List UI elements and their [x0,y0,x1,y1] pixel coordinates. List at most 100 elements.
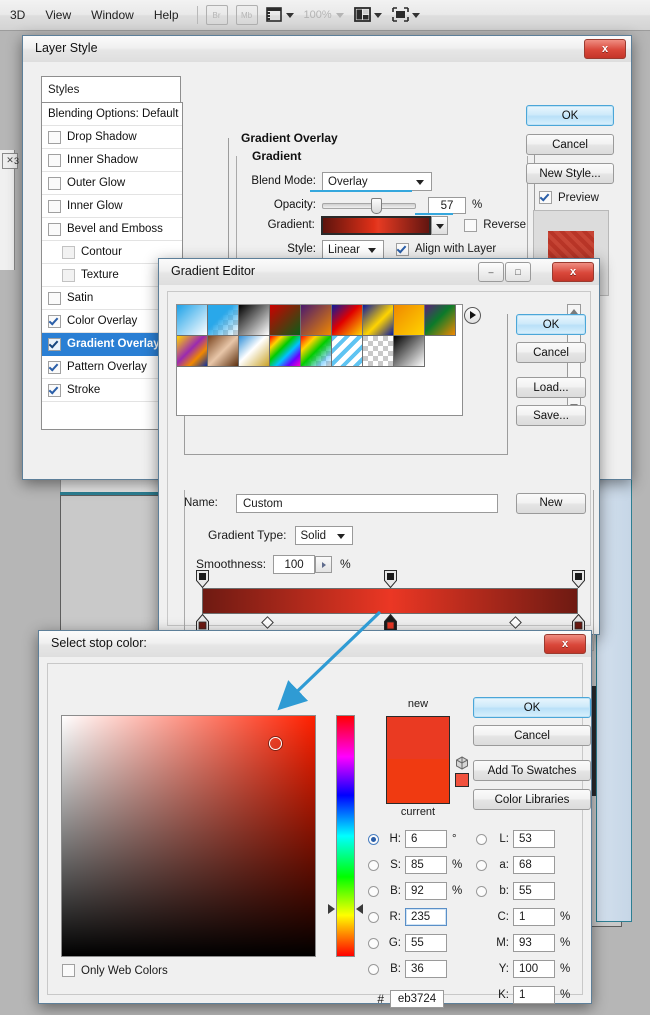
gradient-editor-close-button[interactable]: x [552,262,594,282]
gradient-preview-swatch[interactable] [321,216,432,235]
color-field-row[interactable]: S:85% [368,855,462,875]
preset-swatch[interactable] [208,336,239,367]
style-checkbox[interactable] [62,246,75,259]
color-field-input[interactable]: 1 [513,986,555,1004]
color-picker-close-button[interactable]: x [544,634,586,654]
style-row-inner-shadow[interactable]: Inner Shadow [42,149,182,172]
preset-menu-arrow-icon[interactable] [464,307,481,324]
color-mode-radio[interactable] [368,886,379,897]
gradient-editor-maximize-button[interactable]: □ [505,262,531,282]
screen-mode-icon[interactable] [392,7,410,23]
preset-swatch[interactable] [332,336,363,367]
opacity-stop-marker[interactable] [384,570,397,588]
gradient-dropdown-button[interactable] [431,216,448,235]
align-with-layer-checkbox[interactable] [396,243,409,256]
gamut-safe-swatch[interactable] [455,773,469,787]
new-style-button[interactable]: New Style... [526,163,614,184]
layer-style-cancel-button[interactable]: Cancel [526,134,614,155]
color-field-input[interactable]: 93 [513,934,555,952]
color-field-input[interactable]: 235 [405,908,447,926]
layer-style-ok-button[interactable]: OK [526,105,614,126]
view-extras-chevron-down-icon[interactable] [286,13,294,18]
color-field-input[interactable]: 92 [405,882,447,900]
layer-style-titlebar[interactable]: Layer Style x [23,36,631,63]
style-checkbox[interactable] [62,269,75,282]
color-picker-cancel-button[interactable]: Cancel [473,725,591,746]
bridge-button[interactable]: Br [206,5,228,25]
current-color-swatch[interactable] [387,759,449,803]
preview-checkbox[interactable] [539,191,552,204]
style-row-blending-options-default[interactable]: Blending Options: Default [42,103,182,126]
sb-field-cursor[interactable] [269,737,282,750]
preset-swatch[interactable] [301,336,332,367]
style-checkbox[interactable] [48,177,61,190]
color-field-row[interactable]: B:36 [368,959,447,979]
style-checkbox[interactable] [48,315,61,328]
style-checkbox[interactable] [48,154,61,167]
style-select[interactable]: Linear [322,240,384,259]
out-of-gamut-warning-icon[interactable] [455,756,469,770]
gradient-editor-minimize-button[interactable]: – [478,262,504,282]
style-checkbox[interactable] [48,384,61,397]
hex-row[interactable]: # eb3724 [370,989,444,1009]
menu-item-3d[interactable]: 3D [0,1,35,29]
gradient-bar[interactable] [202,588,578,614]
gradient-midpoint-marker[interactable] [261,616,274,629]
preset-swatch[interactable] [208,305,239,336]
preset-swatch[interactable] [270,305,301,336]
style-checkbox[interactable] [48,292,61,305]
saturation-brightness-field[interactable] [61,715,316,957]
style-checkbox[interactable] [48,223,61,236]
preset-swatch[interactable] [177,336,208,367]
color-field-input[interactable]: 55 [513,882,555,900]
preset-swatch[interactable] [332,305,363,336]
preset-swatch[interactable] [270,336,301,367]
color-picker-ok-button[interactable]: OK [473,697,591,718]
style-checkbox[interactable] [48,338,61,351]
color-mode-radio[interactable] [368,964,379,975]
preset-swatch[interactable] [177,305,208,336]
color-picker-titlebar[interactable]: Select stop color: x [39,631,591,658]
color-field-row[interactable]: b:55 [476,881,555,901]
gradient-type-select[interactable]: Solid [295,526,353,545]
gradient-load-button[interactable]: Load... [516,377,586,398]
blend-mode-select[interactable]: Overlay [322,172,432,191]
color-field-row[interactable]: G:55 [368,933,447,953]
color-mode-radio[interactable] [368,912,379,923]
color-field-row[interactable]: B:92% [368,881,462,901]
only-web-colors-row[interactable]: Only Web Colors [62,964,168,977]
gradient-save-button[interactable]: Save... [516,405,586,426]
preset-swatch[interactable] [425,305,456,336]
zoom-chevron-down-icon[interactable] [336,13,344,18]
opacity-stops-track[interactable] [202,570,578,588]
preset-swatch[interactable] [301,305,332,336]
preset-swatch[interactable] [239,336,270,367]
color-mode-radio[interactable] [476,886,487,897]
gradient-midpoint-marker[interactable] [509,616,522,629]
color-field-input[interactable]: 6 [405,830,447,848]
color-libraries-button[interactable]: Color Libraries [473,789,591,810]
style-row-drop-shadow[interactable]: Drop Shadow [42,126,182,149]
reverse-checkbox[interactable] [464,219,477,232]
opacity-input[interactable]: 57 [428,197,466,214]
color-field-row[interactable]: a:68 [476,855,555,875]
color-field-row[interactable]: C:1% [476,907,570,927]
color-mode-radio[interactable] [368,938,379,949]
color-field-input[interactable]: 68 [513,856,555,874]
screen-mode-chevron-down-icon[interactable] [412,13,420,18]
opacity-stop-marker[interactable] [196,570,209,588]
gradient-editor-cancel-button[interactable]: Cancel [516,342,586,363]
style-row-outer-glow[interactable]: Outer Glow [42,172,182,195]
color-mode-radio[interactable] [368,834,379,845]
preset-swatch[interactable] [239,305,270,336]
color-mode-radio[interactable] [476,834,487,845]
color-field-input[interactable]: 53 [513,830,555,848]
preview-checkbox-row[interactable]: Preview [539,191,599,204]
view-extras-icon[interactable] [266,7,284,23]
photoshop-menu-bar[interactable]: 3D View Window Help Br Mb 100% [0,0,650,31]
color-field-row[interactable]: R:235 [368,907,447,927]
color-field-input[interactable]: 1 [513,908,555,926]
gradient-editor-ok-button[interactable]: OK [516,314,586,335]
style-checkbox[interactable] [48,361,61,374]
color-field-row[interactable]: K:1% [476,985,570,1005]
